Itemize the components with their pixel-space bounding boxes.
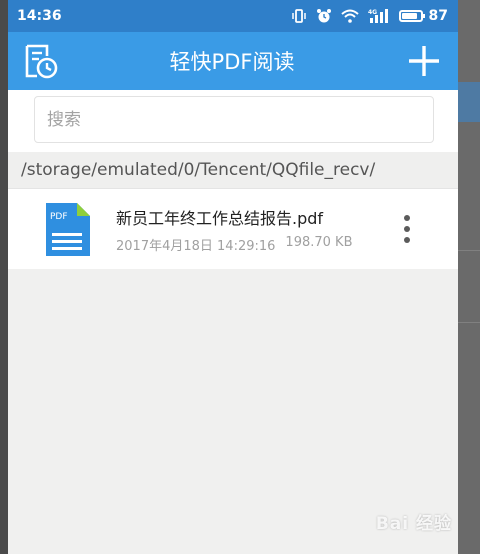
battery-indicator: 87 <box>398 8 448 24</box>
status-icons: 4G 87 <box>291 8 448 24</box>
cellular-signal-icon: 4G <box>368 9 388 23</box>
background-edge-left <box>0 0 8 554</box>
more-options-button[interactable] <box>392 204 422 254</box>
file-name: 新员工年终工作总结报告.pdf <box>116 208 324 228</box>
app-title: 轻快PDF阅读 <box>169 50 295 74</box>
battery-level: 87 <box>428 8 448 24</box>
pdf-file-icon: PDF <box>46 202 90 256</box>
file-list-item[interactable]: PDF 新员工年终工作总结报告.pdf 2017年4月18日 14:29:16 … <box>8 189 458 269</box>
pdf-icon-label: PDF <box>50 212 68 222</box>
background-divider <box>458 322 480 323</box>
file-meta: 2017年4月18日 14:29:16 198.70 KB <box>116 235 392 254</box>
more-dot <box>404 215 410 221</box>
vibrate-icon <box>291 9 306 23</box>
search-input[interactable] <box>34 96 434 143</box>
more-dot <box>404 226 410 232</box>
background-app-edge <box>458 0 480 554</box>
background-app-bar <box>458 82 480 122</box>
svg-text:4G: 4G <box>368 9 377 16</box>
battery-icon <box>398 10 425 22</box>
wifi-icon <box>340 9 359 23</box>
current-path: /storage/emulated/0/Tencent/QQfile_recv/ <box>8 152 458 189</box>
search-container <box>8 90 458 152</box>
alarm-icon <box>316 9 331 23</box>
status-time: 14:36 <box>17 8 62 24</box>
app-window: 14:36 4G 87 轻快PDF阅读 搜索 /storage/emulated… <box>8 0 458 554</box>
app-bar: 轻快PDF阅读 <box>8 32 458 90</box>
history-button[interactable] <box>20 41 60 81</box>
file-date: 2017年4月18日 14:29:16 <box>116 238 276 254</box>
add-button[interactable] <box>404 41 444 81</box>
plus-icon <box>408 46 439 76</box>
more-dot <box>404 237 410 243</box>
file-info: 新员工年终工作总结报告.pdf 2017年4月18日 14:29:16 198.… <box>116 205 392 254</box>
file-size: 198.70 KB <box>285 234 353 250</box>
background-divider <box>458 250 480 251</box>
status-bar: 14:36 4G 87 <box>8 0 458 32</box>
watermark: Bai 经验 <box>375 514 452 534</box>
recent-files-icon <box>25 44 58 79</box>
